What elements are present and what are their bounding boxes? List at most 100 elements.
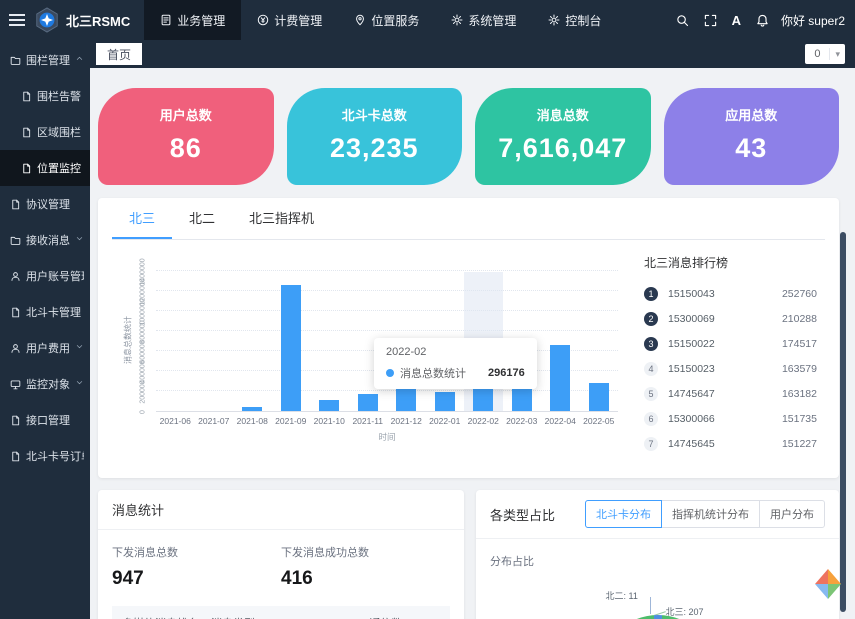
- folder-icon: [10, 235, 21, 246]
- x-axis-tick-label: 2022-01: [426, 416, 465, 426]
- fullscreen-icon[interactable]: [704, 14, 717, 27]
- hamburger-menu-icon[interactable]: [0, 0, 34, 40]
- nav-item[interactable]: 系统管理: [435, 0, 532, 40]
- overview-panel: 北三北二北三指挥机 消息总数统计 02000004000006000008000…: [98, 198, 839, 478]
- nav-item[interactable]: 位置服务: [338, 0, 435, 40]
- gridline: [156, 330, 618, 331]
- ranking-row: 1 15150043 252760: [644, 281, 821, 306]
- overview-tab[interactable]: 北三指挥机: [232, 198, 331, 239]
- sidebar-item-label: 接收消息: [26, 232, 70, 248]
- stat-card-title: 北斗卡总数: [287, 105, 463, 124]
- nav-item-label: 位置服务: [371, 12, 419, 29]
- pie-label-bei2: 北二: 11: [606, 589, 638, 602]
- rank-card-id: 14745647: [668, 388, 715, 400]
- bar-2021-12[interactable]: [396, 389, 416, 411]
- distribution-button-group: 北斗卡分布指挥机统计分布用户分布: [585, 500, 825, 528]
- x-axis-tick-label: 2022-05: [580, 416, 619, 426]
- sidebar-item[interactable]: 接收消息: [0, 222, 90, 258]
- sidebar-item-label: 北斗卡管理: [26, 304, 81, 320]
- tab-home[interactable]: 首页: [96, 43, 142, 65]
- tag-pager-dropdown[interactable]: 0 ▾: [805, 44, 845, 64]
- top-navbar: 北三RSMC 业务管理计费管理位置服务系统管理控制台 A 你好 super2: [0, 0, 855, 40]
- doc-icon: [160, 14, 172, 26]
- distribution-filter-button[interactable]: 指挥机统计分布: [661, 500, 760, 528]
- x-axis-tick-label: 2021-07: [195, 416, 234, 426]
- message-stats-title: 消息统计: [112, 500, 164, 519]
- overview-tab[interactable]: 北二: [172, 198, 232, 239]
- sidebar-item-label: 围栏告警: [37, 88, 81, 104]
- rank-card-id: 15300069: [668, 313, 715, 325]
- bar-2022-05[interactable]: [589, 383, 609, 411]
- bar-2022-04[interactable]: [550, 345, 570, 411]
- tooltip-value: 296176: [472, 367, 525, 379]
- sidebar-item[interactable]: 用户账号管理: [0, 258, 90, 294]
- gridline: [156, 290, 618, 291]
- metric-value: 416: [281, 568, 450, 590]
- pie-chart: 北二: 11 北三: 207: [476, 569, 839, 619]
- metric-label: 下发消息成功总数: [281, 544, 450, 560]
- search-icon[interactable]: [676, 14, 689, 27]
- stat-card[interactable]: 消息总数7,616,047: [475, 88, 651, 185]
- sidebar-item[interactable]: 协议管理: [0, 186, 90, 222]
- floating-diamond-logo[interactable]: [813, 568, 843, 600]
- bar-2021-10[interactable]: [319, 400, 339, 411]
- table-header-cell: 多媒体消息排名: [122, 615, 211, 619]
- stat-card[interactable]: 应用总数43: [664, 88, 840, 185]
- page-scrollbar-thumb[interactable]: [840, 232, 846, 612]
- bar-2021-08[interactable]: [242, 407, 262, 411]
- metric-sent-success: 下发消息成功总数 416: [281, 544, 450, 590]
- tooltip-series-name: 消息总数统计: [400, 365, 466, 381]
- y-axis-tick-label: 200000: [140, 380, 147, 403]
- sidebar-item[interactable]: 北斗卡管理: [0, 294, 90, 330]
- bell-icon[interactable]: [756, 14, 769, 27]
- user-greeting[interactable]: 你好 super2: [781, 12, 855, 29]
- tooltip-series-dot: [386, 369, 394, 377]
- distribution-filter-button[interactable]: 用户分布: [759, 500, 825, 528]
- rank-message-count: 163182: [782, 388, 821, 400]
- nav-item[interactable]: 控制台: [532, 0, 617, 40]
- rank-card-id: 15150022: [668, 338, 715, 350]
- fullscreen-icon: [704, 14, 717, 27]
- sidebar-item[interactable]: 位置监控: [0, 150, 90, 186]
- rank-badge: 1: [644, 287, 658, 301]
- gridline: [156, 310, 618, 311]
- file-icon: [21, 91, 32, 102]
- gridline: [156, 390, 618, 391]
- stat-card-title: 应用总数: [664, 105, 840, 124]
- stat-card-value: 23,235: [287, 133, 463, 164]
- chevron-down-icon: ▾: [830, 49, 845, 60]
- sidebar-item[interactable]: 监控对象类型管理: [0, 366, 90, 402]
- sidebar-item[interactable]: 围栏管理: [0, 42, 90, 78]
- ranking-row: 514745647163182: [644, 381, 821, 406]
- sidebar-item[interactable]: 接口管理: [0, 402, 90, 438]
- nav-item[interactable]: 业务管理: [144, 0, 241, 40]
- chevron-down-icon: [75, 342, 84, 354]
- sidebar-item[interactable]: 围栏告警: [0, 78, 90, 114]
- sidebar-item[interactable]: 区域围栏: [0, 114, 90, 150]
- rank-badge: 6: [644, 412, 658, 426]
- sidebar-item-label: 围栏管理: [26, 52, 70, 68]
- stat-card[interactable]: 北斗卡总数 23,235: [287, 88, 463, 185]
- stat-card-title: 消息总数: [475, 105, 651, 124]
- y-axis-title: 消息总数统计: [123, 316, 134, 364]
- nav-item[interactable]: 计费管理: [241, 0, 338, 40]
- bar-2021-09[interactable]: [281, 285, 301, 411]
- bar-2022-01[interactable]: [435, 392, 455, 411]
- stat-card[interactable]: 用户总数86: [98, 88, 274, 185]
- rank-card-id: 15150043: [668, 288, 715, 300]
- bar-2021-11[interactable]: [358, 394, 378, 411]
- bar-chart: 消息总数统计 020000040000060000080000010000001…: [112, 240, 630, 456]
- rank-badge: 4: [644, 362, 658, 376]
- x-axis-tick-label: 2022-03: [503, 416, 542, 426]
- sidebar-item[interactable]: 北斗卡号订单管理: [0, 438, 90, 474]
- rank-message-count: 151735: [782, 413, 821, 425]
- ranking-row: 415150023163579: [644, 356, 821, 381]
- rank-message-count: 252760: [782, 288, 821, 300]
- sidebar-item[interactable]: 用户费用管理: [0, 330, 90, 366]
- distribution-filter-button[interactable]: 北斗卡分布: [585, 500, 662, 528]
- font-size-icon[interactable]: A: [732, 13, 741, 28]
- metric-label: 下发消息总数: [112, 544, 281, 560]
- x-axis-tick-label: 2021-09: [272, 416, 311, 426]
- overview-tab[interactable]: 北三: [112, 198, 172, 239]
- navbar-menu: 业务管理计费管理 位置服务系统管理控制台: [144, 0, 617, 40]
